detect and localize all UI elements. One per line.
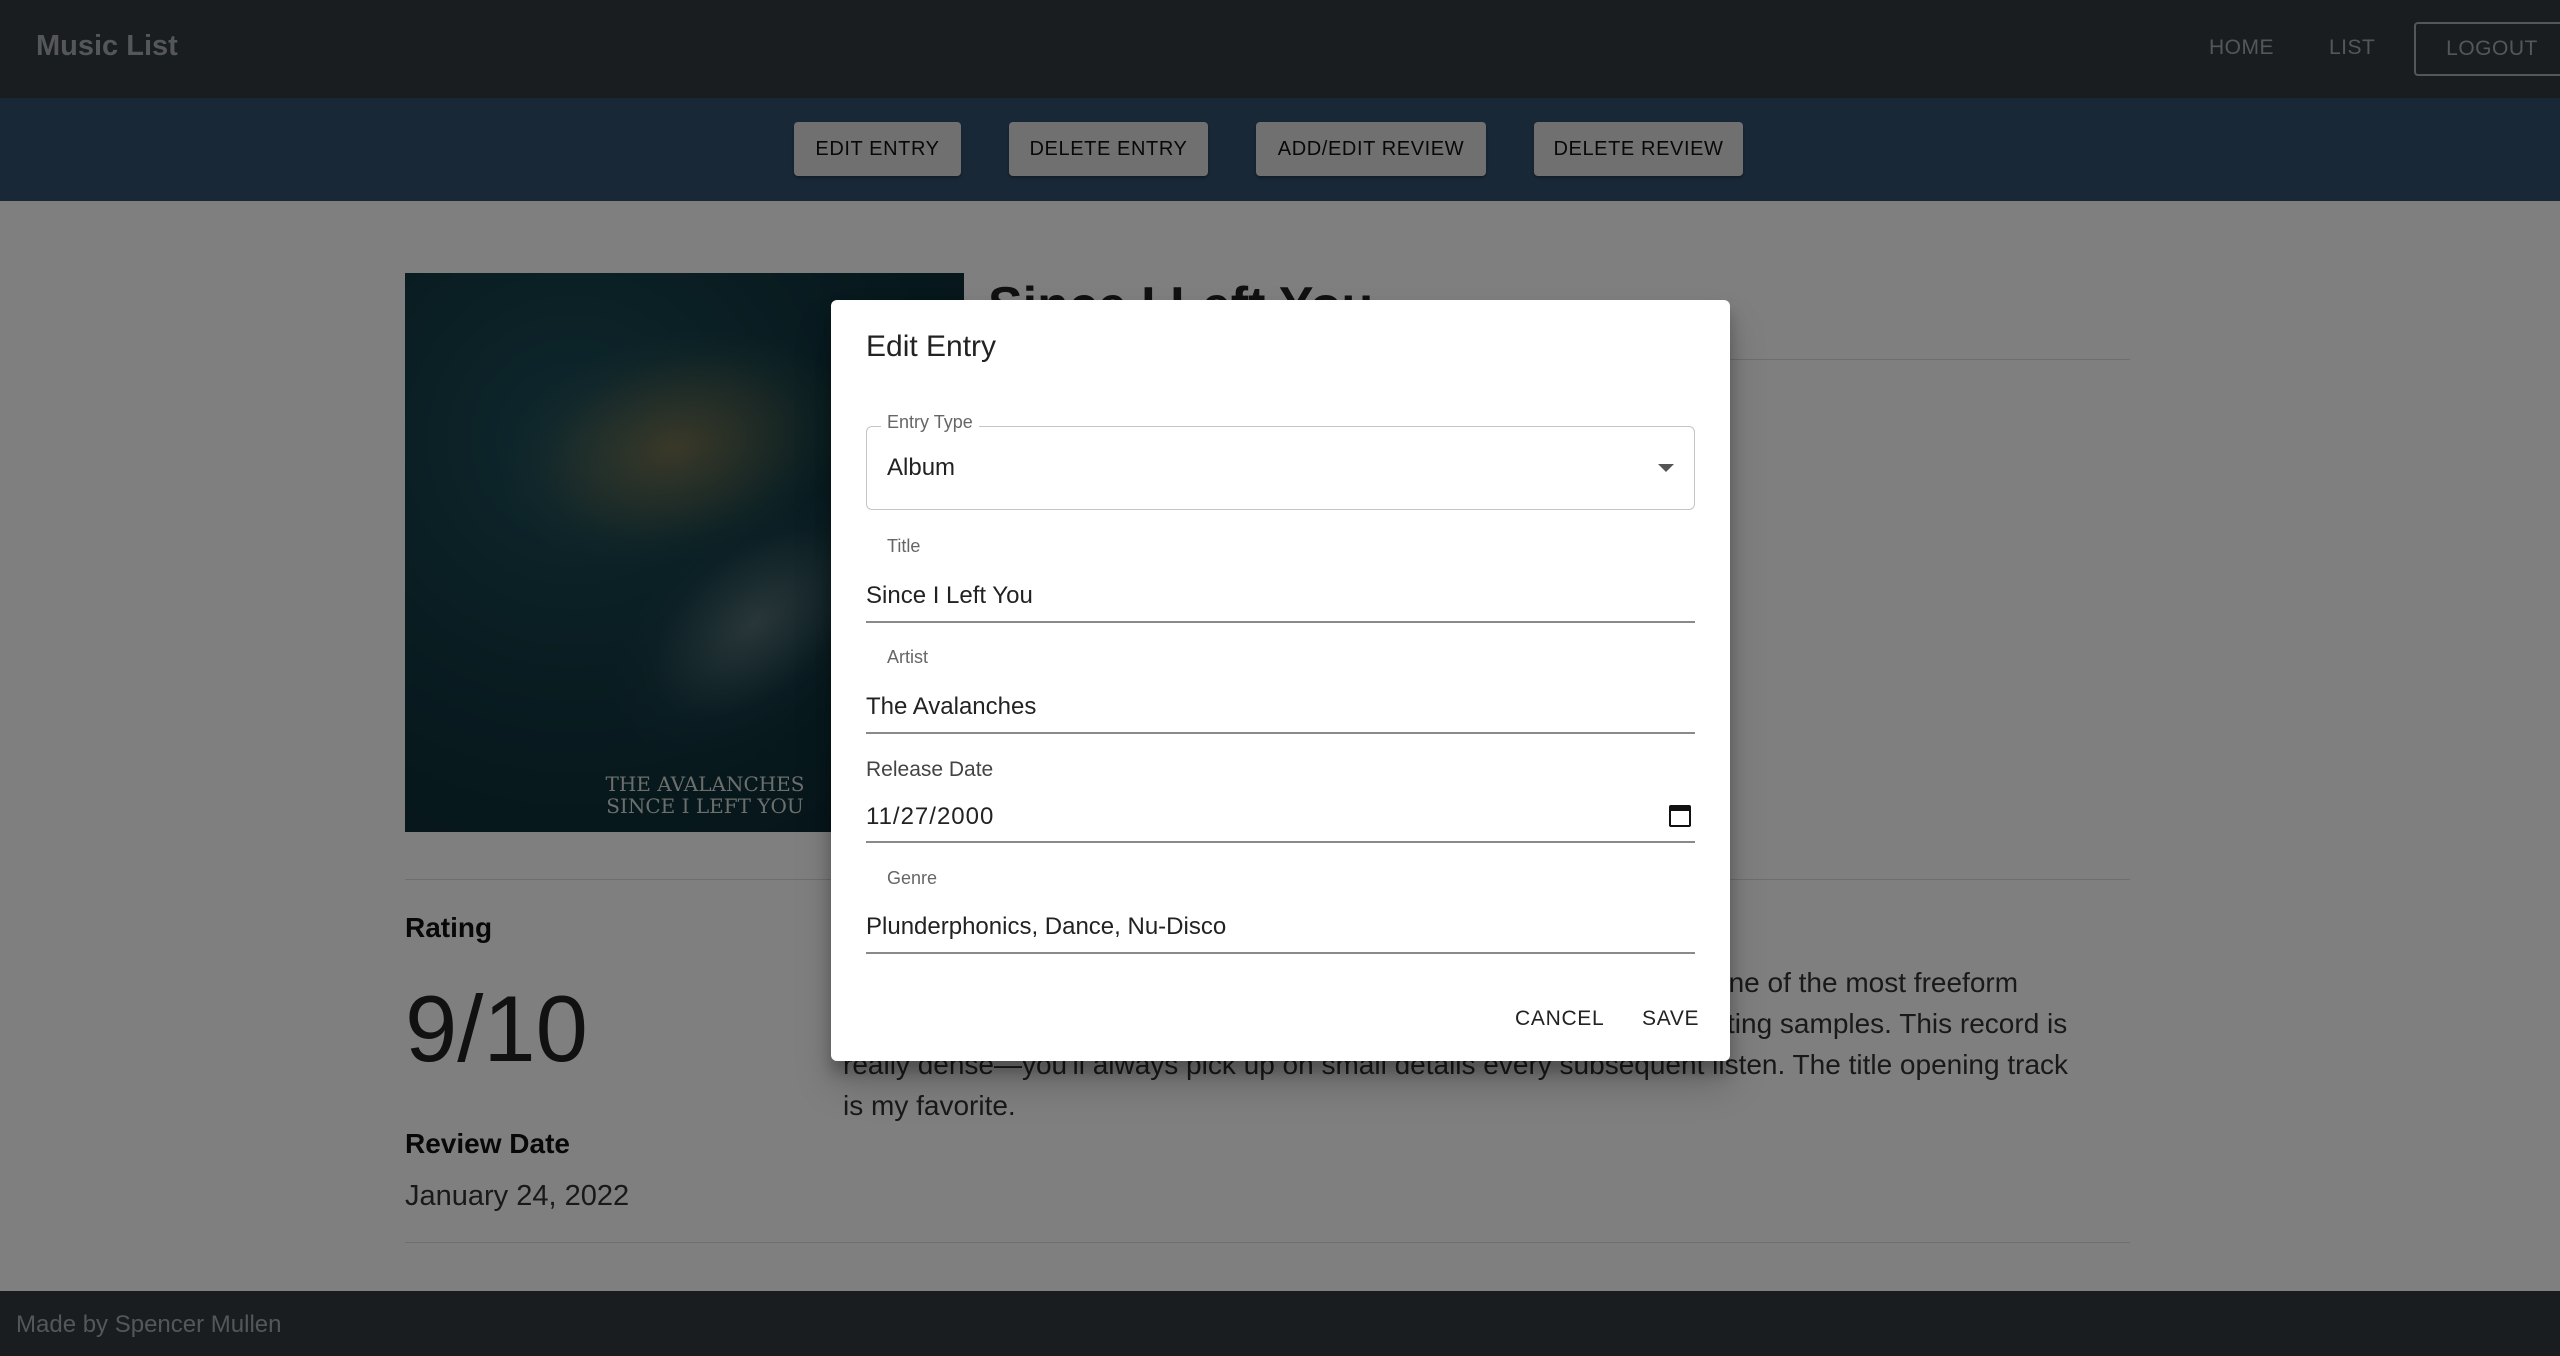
genre-input[interactable]: Plunderphonics, Dance, Nu-Disco [866,913,1226,941]
title-label: Title [887,536,921,556]
dialog-title: Edit Entry [866,330,997,363]
title-input[interactable]: Since I Left You [866,582,1033,610]
genre-underline [866,952,1695,954]
title-underline [866,621,1695,623]
calendar-icon[interactable] [1669,805,1691,827]
save-button[interactable]: SAVE [1642,1007,1699,1031]
artist-field[interactable]: Artist The Avalanches [866,647,1695,734]
entry-type-label: Entry Type [881,412,979,433]
artist-underline [866,732,1695,734]
release-date-field[interactable]: Release Date 11/27/2000 [866,758,1695,845]
genre-label: Genre [887,868,938,888]
release-date-underline [866,841,1695,843]
release-date-label: Release Date [866,758,994,781]
genre-field[interactable]: Genre Plunderphonics, Dance, Nu-Disco [866,868,1695,955]
cancel-button[interactable]: CANCEL [1515,1007,1604,1031]
artist-label: Artist [887,647,929,667]
edit-entry-dialog: Edit Entry Entry Type Album Title Since … [831,300,1730,1061]
artist-input[interactable]: The Avalanches [866,693,1036,721]
entry-type-select[interactable]: Entry Type Album [866,412,1695,510]
entry-type-value: Album [887,454,956,481]
release-date-input[interactable]: 11/27/2000 [866,803,994,831]
chevron-down-icon[interactable] [1658,464,1674,472]
title-field[interactable]: Title Since I Left You [866,536,1695,623]
